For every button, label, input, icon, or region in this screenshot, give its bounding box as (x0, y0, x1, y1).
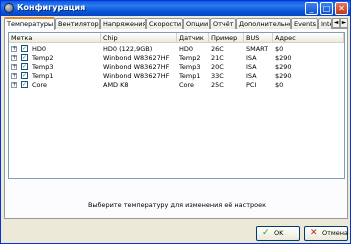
column-chip[interactable]: Chip (101, 33, 177, 43)
row-bus: ISA (246, 72, 257, 80)
expand-icon[interactable]: + (11, 55, 17, 61)
column-bus[interactable]: BUS (244, 33, 273, 43)
cancel-icon: ✕ (310, 228, 318, 238)
ok-label: OK (274, 229, 284, 237)
table-row[interactable]: + ✓ Core AMD K8 Core 25C PCI $0 (9, 81, 344, 89)
checkmark-icon: ✓ (262, 228, 270, 238)
window-title: Конфигурация (17, 3, 86, 12)
row-sensor: Core (179, 81, 195, 89)
row-label: Core (32, 81, 48, 89)
tab-options[interactable]: Опции (183, 18, 210, 29)
tab-scroll-left-icon[interactable]: ◄ (332, 18, 340, 28)
sensor-list: Метка Chip Датчик Пример BUS Адрес + ✓ H… (8, 32, 345, 179)
close-button[interactable]: ✕ (335, 2, 348, 15)
row-chip: Winbond W83627HF (103, 54, 170, 62)
expand-icon[interactable]: + (11, 64, 17, 70)
tab-scroll-right-icon[interactable]: ► (340, 18, 348, 28)
tab-interfaces[interactable]: Interfaces (318, 18, 332, 29)
row-chip: HD0 (122,9GB) (103, 45, 153, 53)
row-sensor: Temp1 (179, 72, 201, 80)
tab-temperatures[interactable]: Температуры (4, 17, 55, 30)
expand-icon[interactable]: + (11, 82, 17, 88)
row-sensor: Temp3 (179, 63, 201, 71)
row-label: Temp1 (32, 72, 54, 80)
column-address[interactable]: Адрес (273, 33, 344, 43)
tab-strip: Температуры Вентиляторы Напряжения Скоро… (4, 17, 348, 30)
table-row[interactable]: + ✓ Temp3 Winbond W83627HF Temp3 20C ISA… (9, 63, 344, 71)
row-chip: Winbond W83627HF (103, 63, 170, 71)
column-label[interactable]: Метка (9, 33, 101, 43)
minimize-button[interactable]: _ (305, 2, 318, 15)
checkbox[interactable]: ✓ (21, 45, 28, 52)
tab-fans[interactable]: Вентиляторы (55, 18, 100, 29)
expand-icon[interactable]: + (11, 46, 17, 52)
row-address: $290 (275, 54, 292, 62)
title-bar[interactable]: Конфигурация _ □ ✕ (1, 1, 350, 16)
expand-icon[interactable]: + (11, 73, 17, 79)
row-address: $290 (275, 72, 292, 80)
tab-events[interactable]: Events (291, 18, 318, 29)
tab-speeds[interactable]: Скорости (146, 18, 183, 29)
row-sample: 26C (211, 45, 224, 53)
row-address: $290 (275, 63, 292, 71)
column-sample[interactable]: Пример (209, 33, 244, 43)
row-sample: 33C (211, 72, 224, 80)
tab-advanced[interactable]: Дополнительно (236, 18, 291, 29)
cancel-label: Отмена (322, 229, 349, 237)
row-label: HD0 (32, 45, 47, 53)
row-bus: SMART (246, 45, 269, 53)
table-row[interactable]: + ✓ Temp2 Winbond W83627HF Temp2 21C ISA… (9, 54, 344, 62)
row-sensor: Temp2 (179, 54, 201, 62)
maximize-button[interactable]: □ (320, 2, 333, 15)
row-label: Temp3 (32, 63, 54, 71)
column-sensor[interactable]: Датчик (177, 33, 209, 43)
row-chip: AMD K8 (103, 81, 129, 89)
row-bus: ISA (246, 54, 257, 62)
row-address: $0 (275, 81, 284, 89)
row-sample: 20C (211, 63, 224, 71)
hint-text: Выберите температуру для изменения её на… (87, 201, 267, 209)
row-bus: PCI (246, 81, 257, 89)
tab-report[interactable]: Отчёт (210, 18, 236, 29)
ok-button[interactable]: ✓ OK (256, 226, 300, 241)
row-chip: Winbond W83627HF (103, 72, 170, 80)
temperatures-panel: Метка Chip Датчик Пример BUS Адрес + ✓ H… (4, 29, 348, 219)
table-row[interactable]: + ✓ Temp1 Winbond W83627HF Temp1 33C ISA… (9, 72, 344, 80)
checkbox[interactable]: ✓ (21, 63, 28, 70)
row-sensor: HD0 (179, 45, 194, 53)
row-bus: ISA (246, 63, 257, 71)
checkbox[interactable]: ✓ (21, 72, 28, 79)
app-icon (4, 3, 14, 13)
row-address: $0 (275, 45, 284, 53)
row-label: Temp2 (32, 54, 54, 62)
checkbox[interactable]: ✓ (21, 81, 28, 88)
table-row[interactable]: + ✓ HD0 HD0 (122,9GB) HD0 26C SMART $0 (9, 45, 344, 53)
tab-voltages[interactable]: Напряжения (100, 18, 146, 29)
config-window: Конфигурация _ □ ✕ Температуры Вентилято… (0, 0, 351, 244)
row-sample: 21C (211, 54, 224, 62)
checkbox[interactable]: ✓ (21, 54, 28, 61)
cancel-button[interactable]: ✕ Отмена (304, 226, 348, 241)
list-header: Метка Chip Датчик Пример BUS Адрес (9, 33, 344, 43)
row-sample: 25C (211, 81, 224, 89)
